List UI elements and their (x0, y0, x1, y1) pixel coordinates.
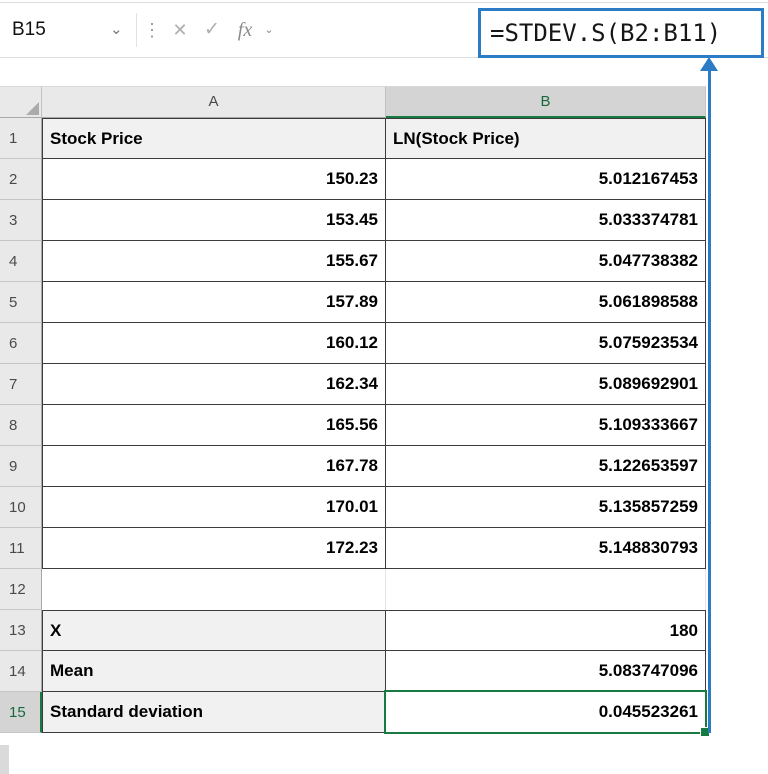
cell-B4[interactable]: 5.047738382 (386, 241, 706, 282)
cell-B5[interactable]: 5.061898588 (386, 282, 706, 323)
formula-highlight-box[interactable]: =STDEV.S(B2:B11) (478, 8, 764, 58)
sheet-row-6: 6160.125.075923534 (0, 323, 706, 364)
spreadsheet-window: B15 ⌄ ⋮ ✕ ✓ fx ⌄ =STDEV.S(B2:B11) A B 1S… (0, 0, 768, 774)
row-header-5[interactable]: 5 (0, 282, 42, 323)
sheet-row-1: 1Stock PriceLN(Stock Price) (0, 118, 706, 159)
row-header-15[interactable]: 15 (0, 692, 42, 733)
formula-bar-splitter-icon[interactable]: ⋮ (143, 3, 161, 57)
row-header-2[interactable]: 2 (0, 159, 42, 200)
cell-A3[interactable]: 153.45 (42, 200, 386, 241)
sheet-row-4: 4155.675.047738382 (0, 241, 706, 282)
insert-function-icon[interactable]: fx (231, 3, 259, 57)
cell-B13[interactable]: 180 (386, 610, 706, 651)
sheet-row-11: 11172.235.148830793 (0, 528, 706, 569)
cell-A14[interactable]: Mean (42, 651, 386, 692)
sheet-grid: A B 1Stock PriceLN(Stock Price)2150.235.… (0, 86, 706, 733)
cell-B9[interactable]: 5.122653597 (386, 446, 706, 487)
cell-A7[interactable]: 162.34 (42, 364, 386, 405)
name-box-divider (136, 13, 137, 47)
annotation-arrow-line (708, 70, 711, 733)
column-header-A[interactable]: A (42, 86, 386, 118)
cell-B10[interactable]: 5.135857259 (386, 487, 706, 528)
name-box-dropdown-icon[interactable]: ⌄ (110, 3, 123, 57)
cancel-icon[interactable]: ✕ (166, 3, 194, 57)
row-header-1[interactable]: 1 (0, 118, 42, 159)
sheet-row-15: 15Standard deviation0.045523261 (0, 692, 706, 733)
row-header-3[interactable]: 3 (0, 200, 42, 241)
sheet-row-10: 10170.015.135857259 (0, 487, 706, 528)
sheet-row-5: 5157.895.061898588 (0, 282, 706, 323)
sheet-row-8: 8165.565.109333667 (0, 405, 706, 446)
next-row-header-partial (0, 745, 9, 774)
cell-A5[interactable]: 157.89 (42, 282, 386, 323)
annotation-arrow-head-icon (700, 57, 718, 71)
row-header-13[interactable]: 13 (0, 610, 42, 651)
cell-B12[interactable] (386, 569, 706, 610)
row-header-10[interactable]: 10 (0, 487, 42, 528)
sheet-row-13: 13X180 (0, 610, 706, 651)
row-header-11[interactable]: 11 (0, 528, 42, 569)
grid-body: 1Stock PriceLN(Stock Price)2150.235.0121… (0, 118, 706, 733)
select-all-triangle-icon (26, 102, 39, 115)
cell-B15[interactable]: 0.045523261 (386, 692, 706, 733)
cell-A2[interactable]: 150.23 (42, 159, 386, 200)
cell-B11[interactable]: 5.148830793 (386, 528, 706, 569)
cell-A8[interactable]: 165.56 (42, 405, 386, 446)
sheet-row-7: 7162.345.089692901 (0, 364, 706, 405)
row-header-14[interactable]: 14 (0, 651, 42, 692)
select-all-corner[interactable] (0, 86, 42, 118)
row-header-4[interactable]: 4 (0, 241, 42, 282)
cell-A11[interactable]: 172.23 (42, 528, 386, 569)
sheet-row-14: 14Mean5.083747096 (0, 651, 706, 692)
cell-B2[interactable]: 5.012167453 (386, 159, 706, 200)
cell-B3[interactable]: 5.033374781 (386, 200, 706, 241)
column-headers: A B (0, 86, 706, 118)
sheet-row-2: 2150.235.012167453 (0, 159, 706, 200)
cell-A13[interactable]: X (42, 610, 386, 651)
column-header-B[interactable]: B (386, 86, 706, 118)
sheet-row-3: 3153.455.033374781 (0, 200, 706, 241)
row-header-9[interactable]: 9 (0, 446, 42, 487)
row-header-8[interactable]: 8 (0, 405, 42, 446)
row-header-12[interactable]: 12 (0, 569, 42, 610)
formula-input[interactable]: =STDEV.S(B2:B11) (481, 11, 761, 55)
cell-B14[interactable]: 5.083747096 (386, 651, 706, 692)
cell-A12[interactable] (42, 569, 386, 610)
row-header-6[interactable]: 6 (0, 323, 42, 364)
cell-A4[interactable]: 155.67 (42, 241, 386, 282)
cell-A10[interactable]: 170.01 (42, 487, 386, 528)
row-header-7[interactable]: 7 (0, 364, 42, 405)
cell-A1[interactable]: Stock Price (42, 118, 386, 159)
cell-A9[interactable]: 167.78 (42, 446, 386, 487)
sheet-row-12: 12 (0, 569, 706, 610)
sheet-row-9: 9167.785.122653597 (0, 446, 706, 487)
cell-A15[interactable]: Standard deviation (42, 692, 386, 733)
enter-icon[interactable]: ✓ (197, 3, 227, 57)
cell-A6[interactable]: 160.12 (42, 323, 386, 364)
cell-B7[interactable]: 5.089692901 (386, 364, 706, 405)
fx-dropdown-icon[interactable]: ⌄ (261, 3, 277, 57)
cell-B8[interactable]: 5.109333667 (386, 405, 706, 446)
name-box[interactable]: B15 (12, 3, 46, 57)
cell-B6[interactable]: 5.075923534 (386, 323, 706, 364)
cell-B1[interactable]: LN(Stock Price) (386, 118, 706, 159)
